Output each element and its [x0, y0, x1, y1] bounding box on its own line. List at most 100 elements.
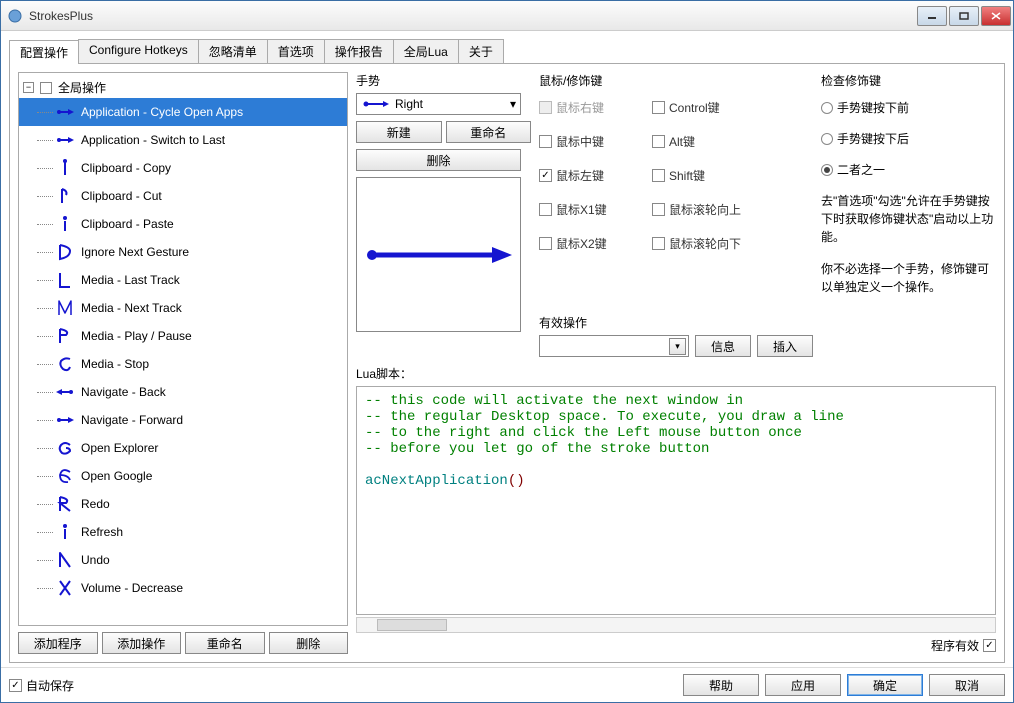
tree-item[interactable]: Open Google [19, 462, 347, 490]
add-app-button[interactable]: 添加程序 [18, 632, 98, 654]
lua-editor[interactable]: -- this code will activate the next wind… [356, 386, 996, 615]
tree-item[interactable]: Application - Cycle Open Apps [19, 98, 347, 126]
gesture-icon [55, 158, 75, 178]
horizontal-scrollbar[interactable] [356, 617, 996, 633]
close-button[interactable] [981, 6, 1011, 26]
tree-item[interactable]: Navigate - Back [19, 378, 347, 406]
gesture-preview [356, 177, 521, 332]
tree-item[interactable]: Media - Next Track [19, 294, 347, 322]
tree-item[interactable]: Media - Play / Pause [19, 322, 347, 350]
radio-before-stroke[interactable]: 手势键按下前 [821, 99, 996, 116]
cancel-button[interactable]: 取消 [929, 674, 1005, 696]
tab-action-report[interactable]: 操作报告 [324, 39, 394, 63]
gesture-icon [55, 550, 75, 570]
tree-item[interactable]: Clipboard - Copy [19, 154, 347, 182]
radio-either[interactable]: 二者之一 [821, 161, 996, 178]
gesture-rename-button[interactable]: 重命名 [446, 121, 532, 143]
tree-item[interactable]: Clipboard - Paste [19, 210, 347, 238]
action-tree[interactable]: − 全局操作 Application - Cycle Open Apps Appl… [18, 72, 348, 626]
tree-item-label: Open Explorer [81, 441, 343, 455]
maximize-button[interactable] [949, 6, 979, 26]
gesture-select[interactable]: Right ▾ [356, 93, 521, 115]
checkbox-mouse-middle[interactable]: 鼠标中键 [539, 133, 644, 150]
tree-item-label: Volume - Decrease [81, 581, 343, 595]
tree-item[interactable]: Refresh [19, 518, 347, 546]
gesture-icon [55, 578, 75, 598]
tree-item-label: Redo [81, 497, 343, 511]
tree-item[interactable]: Media - Last Track [19, 266, 347, 294]
tree-item[interactable]: Navigate - Forward [19, 406, 347, 434]
checkbox-alt[interactable]: Alt键 [652, 133, 741, 150]
tree-item-label: Navigate - Back [81, 385, 343, 399]
checkbox-mouse-x1[interactable]: 鼠标X1键 [539, 201, 644, 218]
tree-item[interactable]: Undo [19, 546, 347, 574]
gesture-icon [55, 326, 75, 346]
tree-root-label: 全局操作 [58, 79, 106, 96]
tree-item-label: Application - Switch to Last [81, 133, 343, 147]
tree-item-label: Media - Last Track [81, 273, 343, 287]
checkbox-mouse-x2[interactable]: 鼠标X2键 [539, 235, 644, 252]
gesture-delete-button[interactable]: 删除 [356, 149, 521, 171]
mouse-title: 鼠标/修饰键 [539, 72, 813, 89]
checkbox-control[interactable]: Control键 [652, 99, 741, 116]
gesture-icon [55, 186, 75, 206]
gesture-icon [55, 494, 75, 514]
app-icon [7, 8, 23, 24]
tree-collapse-icon[interactable]: − [23, 82, 34, 93]
right-arrow-icon [363, 100, 389, 108]
tree-item-label: Application - Cycle Open Apps [81, 105, 343, 119]
checkbox-wheel-up[interactable]: 鼠标滚轮向上 [652, 201, 741, 218]
tab-configure-hotkeys[interactable]: Configure Hotkeys [78, 39, 199, 63]
checkbox-wheel-down[interactable]: 鼠标滚轮向下 [652, 235, 741, 252]
autosave-checkbox[interactable]: ✓ [9, 679, 22, 692]
ok-button[interactable]: 确定 [847, 674, 923, 696]
gesture-icon [55, 410, 75, 430]
add-action-button[interactable]: 添加操作 [102, 632, 182, 654]
tab-about[interactable]: 关于 [458, 39, 504, 63]
gesture-icon [55, 354, 75, 374]
minimize-button[interactable] [917, 6, 947, 26]
gesture-selected-label: Right [395, 97, 423, 111]
program-valid-checkbox[interactable]: ✓ [983, 639, 996, 652]
radio-after-stroke[interactable]: 手势键按下后 [821, 130, 996, 147]
tab-global-lua[interactable]: 全局Lua [393, 39, 459, 63]
rename-button[interactable]: 重命名 [185, 632, 265, 654]
gesture-icon [55, 214, 75, 234]
help-text-1: 去"首选项"勾选"允许在手势键按下时获取修饰键状态"启动以上功能。 [821, 192, 996, 246]
tab-preferences[interactable]: 首选项 [267, 39, 325, 63]
info-button[interactable]: 信息 [695, 335, 751, 357]
insert-button[interactable]: 插入 [757, 335, 813, 357]
gesture-icon [55, 130, 75, 150]
gesture-icon [55, 102, 75, 122]
action-select[interactable]: ▾ [539, 335, 689, 357]
app-window: StrokesPlus 配置操作 Configure Hotkeys 忽略清单 … [0, 0, 1014, 703]
checkbox-mouse-right: 鼠标右键 [539, 99, 644, 116]
help-button[interactable]: 帮助 [683, 674, 759, 696]
apply-button[interactable]: 应用 [765, 674, 841, 696]
tree-item-label: Clipboard - Copy [81, 161, 343, 175]
tree-item[interactable]: Redo [19, 490, 347, 518]
tree-item[interactable]: Application - Switch to Last [19, 126, 347, 154]
delete-button[interactable]: 删除 [269, 632, 349, 654]
checkbox-shift[interactable]: Shift键 [652, 167, 741, 184]
gesture-icon [55, 466, 75, 486]
tree-item-label: Media - Play / Pause [81, 329, 343, 343]
gesture-title: 手势 [356, 72, 531, 89]
tree-item[interactable]: Open Explorer [19, 434, 347, 462]
program-valid-label: 程序有效 [931, 637, 979, 654]
tree-item-label: Ignore Next Gesture [81, 245, 343, 259]
window-title: StrokesPlus [29, 9, 93, 23]
tree-item[interactable]: Ignore Next Gesture [19, 238, 347, 266]
checkbox-mouse-left[interactable]: ✓鼠标左键 [539, 167, 644, 184]
tree-item-label: Media - Stop [81, 357, 343, 371]
tab-ignore-list[interactable]: 忽略清单 [198, 39, 268, 63]
gesture-icon [55, 298, 75, 318]
tree-item[interactable]: Clipboard - Cut [19, 182, 347, 210]
help-text-2: 你不必选择一个手势，修饰键可以单独定义一个操作。 [821, 260, 996, 296]
tab-config-actions[interactable]: 配置操作 [9, 40, 79, 64]
gesture-icon [55, 382, 75, 402]
gesture-new-button[interactable]: 新建 [356, 121, 442, 143]
autosave-label: 自动保存 [26, 677, 74, 694]
tree-item[interactable]: Volume - Decrease [19, 574, 347, 602]
tree-item[interactable]: Media - Stop [19, 350, 347, 378]
